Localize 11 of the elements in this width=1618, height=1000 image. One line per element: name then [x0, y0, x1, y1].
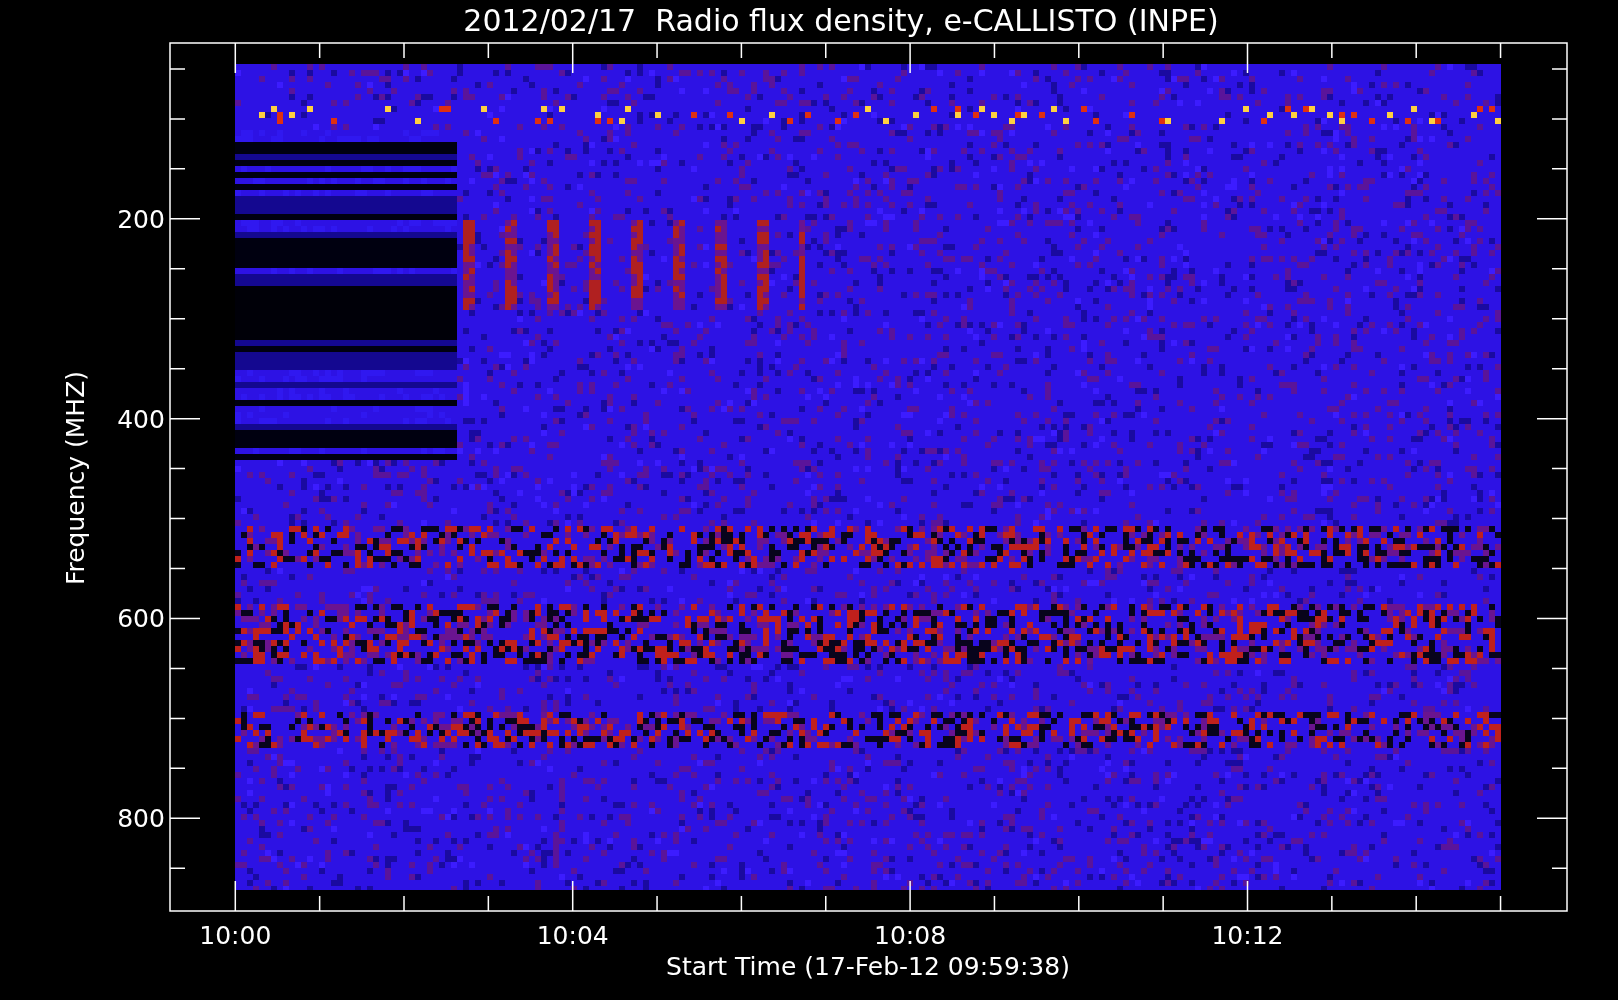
- y-axis-label: Frequency (MHZ): [61, 370, 90, 586]
- y-tick-label: 800: [117, 804, 165, 834]
- x-tick-label: 10:12: [1211, 921, 1284, 950]
- y-tick-label: 600: [117, 604, 165, 634]
- x-tick-label: 10:00: [199, 921, 272, 950]
- x-axis-label: Start Time (17-Feb-12 09:59:38): [666, 952, 1070, 981]
- x-tick-label: 10:08: [874, 921, 947, 950]
- x-tick-label: 10:04: [536, 921, 609, 950]
- y-tick-label: 400: [117, 404, 165, 434]
- plot-title: 2012/02/17 Radio flux density, e-CALLISTO (INPE): [463, 3, 1219, 38]
- y-tick-label: 200: [117, 204, 165, 234]
